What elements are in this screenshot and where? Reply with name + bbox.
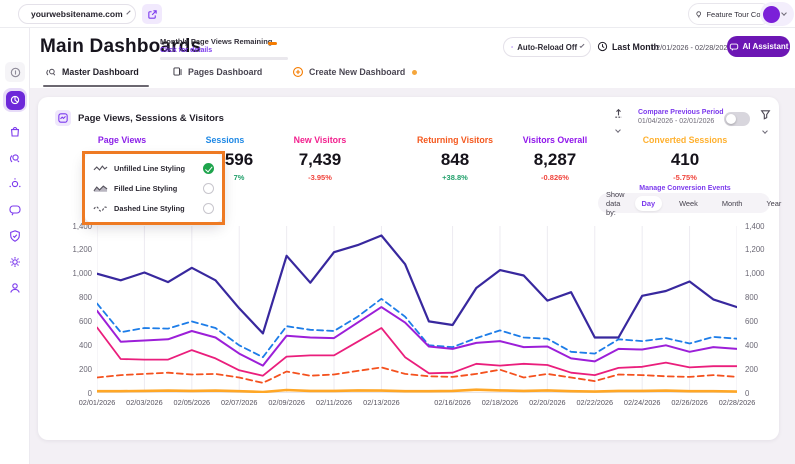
metric-delta: -5.75% — [625, 173, 745, 182]
pageviews-sessions-visitors-panel: Page Views, Sessions & Visitors Compare … — [38, 97, 779, 440]
metric-delta: -3.95% — [260, 173, 380, 182]
sidebar-item-settings[interactable] — [8, 255, 23, 270]
open-site-button[interactable] — [142, 4, 162, 24]
chat-icon — [8, 203, 22, 217]
shield-check-icon — [8, 229, 22, 243]
metric-delta: -0.826% — [495, 173, 615, 182]
pages-icon — [172, 66, 183, 77]
feature-tour-label: Feature Tour Complet... — [706, 10, 765, 19]
tab-label: Create New Dashboard — [309, 67, 405, 77]
auto-reload-dropdown[interactable]: Auto-Reload Off — [503, 37, 591, 57]
toggle-knob — [726, 114, 736, 124]
metric-converted-sessions: Converted Sessions 410 -5.75% Manage Con… — [625, 135, 745, 192]
metric-new-visitors: New Visitors 7,439 -3.95% — [260, 135, 380, 182]
ai-assistant-button[interactable]: AI Assistant — [727, 36, 790, 57]
menu-item-filled-line[interactable]: Filled Line Styling — [93, 179, 214, 197]
app-root: yourwebsitename.com Feature Tour Complet… — [0, 0, 795, 464]
ai-assistant-label: AI Assistant — [743, 42, 789, 51]
plus-circle-icon — [292, 66, 304, 78]
refresh-icon — [511, 42, 513, 52]
filled-line-icon — [93, 184, 108, 193]
sidebar-item-account[interactable] — [8, 281, 23, 296]
sidebar-item-dashboards[interactable] — [3, 88, 27, 112]
site-name: yourwebsitename.com — [31, 9, 123, 19]
tab-label: Master Dashboard — [62, 67, 139, 77]
radio-button[interactable] — [203, 183, 214, 194]
metric-value: 8,287 — [495, 150, 615, 170]
tab-pages-dashboard[interactable]: Pages Dashboard — [172, 66, 262, 77]
panel-title: Page Views, Sessions & Visitors — [78, 113, 224, 124]
auto-reload-label: Auto-Reload Off — [517, 43, 577, 52]
unfilled-line-icon — [93, 164, 108, 173]
radio-button[interactable] — [203, 203, 214, 214]
sidebar-item-launcher[interactable] — [5, 62, 25, 82]
line-style-menu: Unfilled Line Styling Filled Line Stylin… — [85, 154, 222, 222]
metric-visitors-overall: Visitors Overall 8,287 -0.826% — [495, 135, 615, 182]
chevron-down-icon — [615, 127, 621, 133]
clock-icon — [597, 41, 608, 52]
gear-icon — [8, 255, 22, 269]
usage-progress-bar — [160, 57, 288, 60]
show-data-by-label: Show data by: — [606, 190, 625, 217]
bag-icon — [8, 125, 22, 139]
hand-swipe-icon — [45, 66, 57, 78]
y-axis-left: 02004006008001,0001,2001,400 — [54, 97, 92, 440]
manage-conversion-events-link[interactable]: Manage Conversion Events — [625, 185, 745, 192]
period-label: Last Month — [597, 41, 659, 52]
metric-label: New Visitors — [260, 135, 380, 145]
chat-bubble-icon — [729, 42, 739, 52]
launcher-icon — [9, 66, 22, 79]
topbar: yourwebsitename.com Feature Tour Complet… — [0, 0, 795, 28]
compare-range: 01/04/2026 - 02/01/2026 — [638, 118, 724, 125]
tab-master-dashboard[interactable]: Master Dashboard — [45, 66, 139, 78]
active-tab-underline — [43, 85, 149, 87]
account-menu[interactable] — [760, 2, 794, 26]
user-icon — [8, 281, 22, 295]
export-button[interactable] — [610, 108, 626, 130]
metric-label: Converted Sessions — [625, 135, 745, 145]
usage-indicator — [268, 42, 277, 45]
target-icon — [8, 177, 22, 191]
metric-value: 7,439 — [260, 150, 380, 170]
sidebar-item-store[interactable] — [8, 125, 23, 140]
sidebar-item-gestures[interactable] — [8, 151, 23, 166]
dashed-line-icon — [93, 204, 108, 213]
sidebar-item-security[interactable] — [8, 229, 23, 244]
dashboards-icon — [6, 91, 25, 110]
menu-item-dashed-line[interactable]: Dashed Line Styling — [93, 199, 214, 217]
avatar — [763, 6, 780, 23]
external-link-icon — [147, 9, 158, 20]
tab-label: Pages Dashboard — [188, 67, 262, 77]
sidebar-nav — [0, 28, 30, 464]
granularity-day[interactable]: Day — [635, 196, 663, 211]
monthly-pageviews-label: Monthly Page Views Remaining — [160, 37, 272, 46]
site-selector[interactable]: yourwebsitename.com — [18, 4, 136, 24]
line-chart — [97, 226, 737, 393]
lightbulb-icon — [695, 9, 702, 20]
page-header: Main Dashboards Monthly Page Views Remai… — [30, 28, 795, 88]
hand-gesture-icon — [8, 151, 22, 165]
radio-button[interactable] — [203, 163, 214, 174]
click-for-details-link[interactable]: Click for details — [160, 47, 212, 54]
tab-create-new-dashboard[interactable]: Create New Dashboard — [292, 66, 417, 78]
chevron-down-icon — [580, 43, 585, 48]
metric-label: Visitors Overall — [495, 135, 615, 145]
chevron-down-icon — [781, 10, 787, 16]
menu-item-unfilled-line[interactable]: Unfilled Line Styling — [93, 159, 214, 177]
granularity-week[interactable]: Week — [672, 196, 705, 211]
date-range-value: 02/01/2026 - 02/28/2026 — [652, 43, 732, 52]
compare-previous-period: Compare Previous Period 01/04/2026 - 02/… — [638, 109, 724, 125]
y-axis-right: 02004006008001,0001,2001,400 — [745, 97, 785, 440]
sidebar-item-goals[interactable] — [8, 177, 23, 192]
notification-dot — [412, 70, 417, 75]
export-icon — [613, 108, 624, 119]
sidebar-item-messages[interactable] — [8, 203, 23, 218]
chevron-down-icon — [126, 10, 130, 14]
compare-label: Compare Previous Period — [638, 109, 724, 116]
metric-value: 410 — [625, 150, 745, 170]
